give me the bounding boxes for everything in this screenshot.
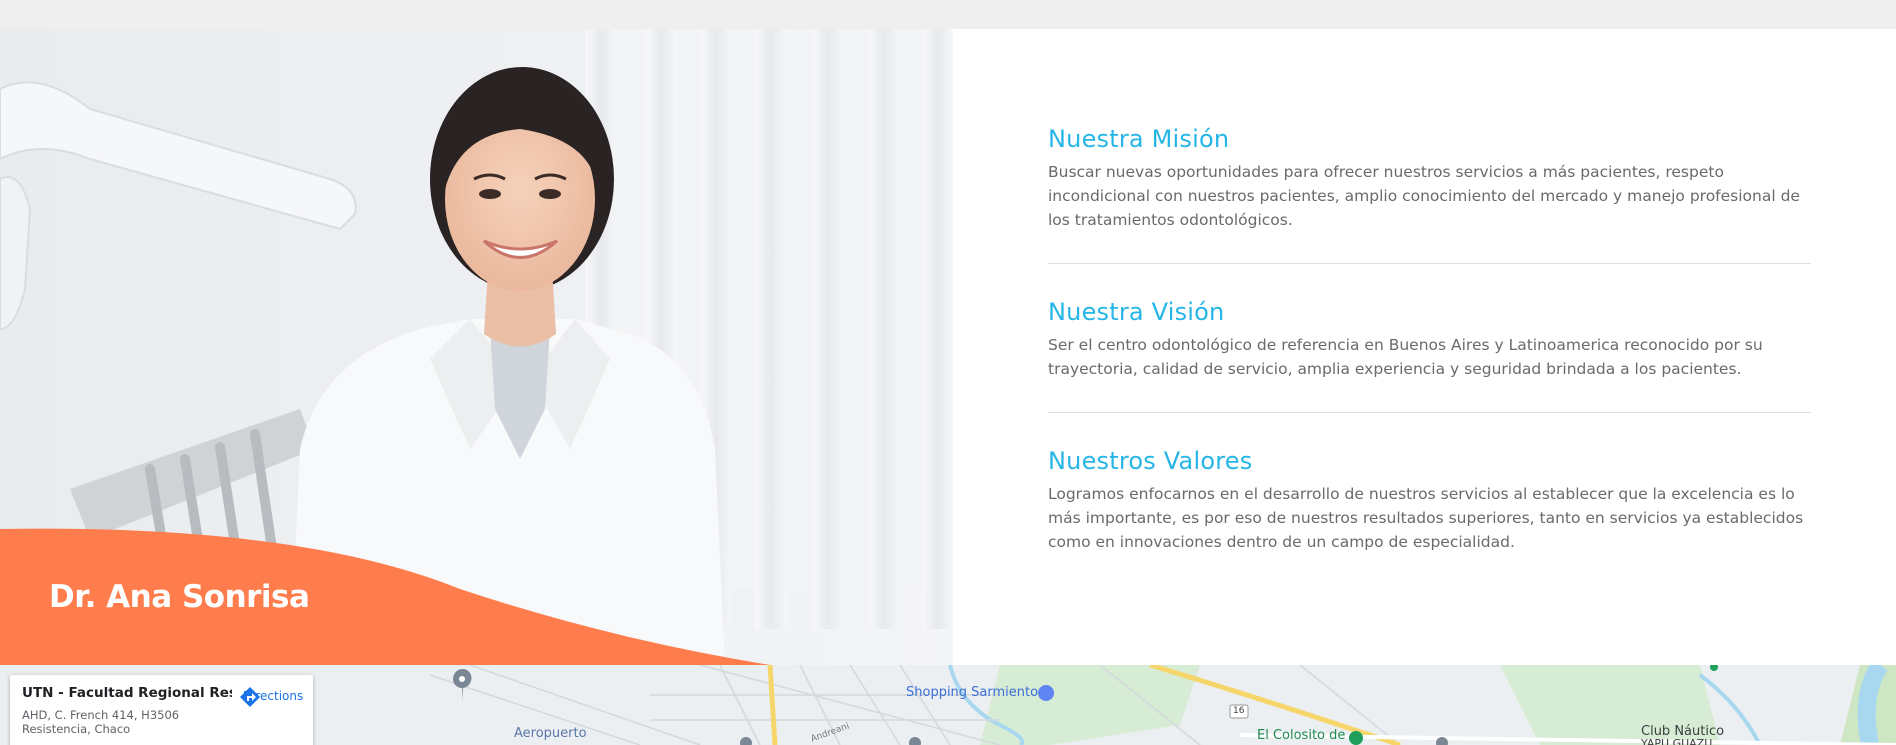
divider (1048, 263, 1811, 264)
values-section: Nuestros Valores Logramos enfocarnos en … (1048, 446, 1811, 554)
info-panel: Nuestra Misión Buscar nuevas oportunidad… (953, 29, 1896, 665)
embedded-map[interactable]: Shopping Sarmiento Aeropuerto El Colosit… (0, 665, 1896, 745)
place-address-line2: Resistencia, Chaco (22, 722, 131, 736)
doctor-name: Dr. Ana Sonrisa (49, 579, 310, 615)
place-address: AHD, C. French 414, H3506 Resistencia, C… (22, 708, 179, 736)
map-label-colosito[interactable]: El Colosito de (1257, 728, 1345, 743)
values-title: Nuestros Valores (1048, 447, 1253, 475)
directions-button[interactable]: Directions (238, 685, 308, 707)
mission-title: Nuestra Misión (1048, 125, 1230, 153)
mission-text: Buscar nuevas oportunidades para ofrecer… (1048, 163, 1800, 229)
place-name[interactable]: UTN - Facultad Regional Resis... (22, 685, 232, 701)
map-label-road: 16 (1233, 706, 1245, 716)
vision-section: Nuestra Visión Ser el centro odontológic… (1048, 297, 1811, 381)
doctor-photo-panel: Dr. Ana Sonrisa (0, 29, 953, 665)
divider (1048, 412, 1811, 413)
doctor-photo (0, 29, 953, 665)
place-address-line1: AHD, C. French 414, H3506 (22, 708, 180, 722)
map-label-airport[interactable]: Aeropuerto (514, 726, 587, 741)
place-card: UTN - Facultad Regional Resis... AHD, C.… (10, 675, 313, 745)
map-label-club-2: YAPU GUAZU (1641, 737, 1713, 745)
mission-section: Nuestra Misión Buscar nuevas oportunidad… (1048, 124, 1811, 232)
top-band (0, 0, 1896, 29)
map-label-shopping[interactable]: Shopping Sarmiento (906, 685, 1038, 700)
vision-title: Nuestra Visión (1048, 298, 1225, 326)
values-text: Logramos enfocarnos en el desarrollo de … (1048, 485, 1804, 551)
directions-icon (240, 687, 260, 707)
vision-text: Ser el centro odontológico de referencia… (1048, 336, 1763, 378)
